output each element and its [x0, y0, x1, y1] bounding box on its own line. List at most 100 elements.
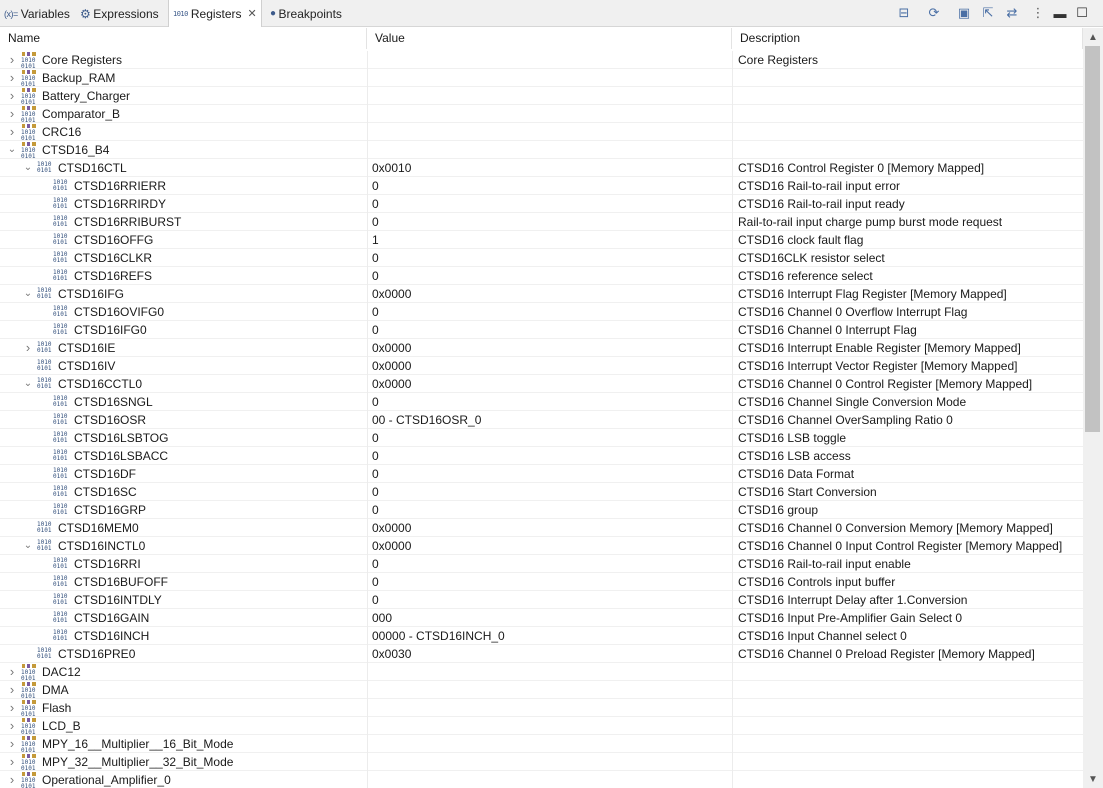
value-cell[interactable]: 0: [367, 465, 731, 483]
expand-chevron-icon[interactable]: ›: [6, 123, 18, 141]
value-cell[interactable]: [367, 51, 731, 69]
register-row[interactable]: 1010 0101 CTSD16MEM0 0x0000 CTSD16 Channel …: [0, 519, 1083, 537]
refresh-icon[interactable]: ⟳: [926, 5, 942, 21]
expand-chevron-icon[interactable]: ›: [6, 699, 18, 717]
export-icon[interactable]: ⇱: [980, 5, 996, 21]
register-row[interactable]: 1010 0101 CTSD16RRI 0 CTSD16 Rail-to-rail i…: [0, 555, 1083, 573]
collapse-chevron-icon[interactable]: ⌄: [22, 537, 34, 555]
register-row[interactable]: 1010 0101 CTSD16RRIRDY 0 CTSD16 Rail-to-rai…: [0, 195, 1083, 213]
register-group-row[interactable]: › 1010 0101 Battery_Charger: [0, 87, 1083, 105]
expand-chevron-icon[interactable]: ›: [6, 87, 18, 105]
register-row[interactable]: 1010 0101 CTSD16REFS 0 CTSD16 reference sel…: [0, 267, 1083, 285]
value-cell[interactable]: [367, 141, 731, 159]
register-row[interactable]: ⌄ 1010 0101 CTSD16CCTL0 0x0000 CTSD16 Channe…: [0, 375, 1083, 393]
value-cell[interactable]: 0x0030: [367, 645, 731, 663]
value-cell[interactable]: 00000 - CTSD16INCH_0: [367, 627, 731, 645]
value-cell[interactable]: 0x0000: [367, 339, 731, 357]
value-cell[interactable]: 0: [367, 393, 731, 411]
vertical-scrollbar[interactable]: ▲ ▼: [1083, 28, 1103, 788]
sync-icon[interactable]: ⇄: [1004, 5, 1020, 21]
tab-registers[interactable]: 1010 Registers ✕: [168, 0, 262, 27]
value-cell[interactable]: [367, 105, 731, 123]
maximize-icon[interactable]: ☐: [1074, 5, 1090, 21]
register-group-row[interactable]: › 1010 0101 Comparator_B: [0, 105, 1083, 123]
register-group-row[interactable]: › 1010 0101 MPY_32__Multiplier__32_Bit_Mod…: [0, 753, 1083, 771]
register-row[interactable]: ⌄ 1010 0101 CTSD16CTL 0x0010 CTSD16 Control …: [0, 159, 1083, 177]
tab-expressions[interactable]: ⚙ Expressions: [80, 0, 159, 27]
value-cell[interactable]: 0: [367, 555, 731, 573]
register-row[interactable]: 1010 0101 CTSD16GRP 0 CTSD16 group: [0, 501, 1083, 519]
register-row[interactable]: 1010 0101 CTSD16RRIERR 0 CTSD16 Rail-to-rai…: [0, 177, 1083, 195]
value-cell[interactable]: 0: [367, 591, 731, 609]
expand-chevron-icon[interactable]: ›: [6, 681, 18, 699]
value-cell[interactable]: 0: [367, 195, 731, 213]
tab-breakpoints[interactable]: ● Breakpoints: [270, 0, 342, 27]
collapse-chevron-icon[interactable]: ⌄: [22, 375, 34, 393]
value-cell[interactable]: 0x0000: [367, 357, 731, 375]
value-cell[interactable]: 0: [367, 249, 731, 267]
register-row[interactable]: 1010 0101 CTSD16INCH 00000 - CTSD16INCH_0 C…: [0, 627, 1083, 645]
register-row[interactable]: 1010 0101 CTSD16BUFOFF 0 CTSD16 Controls in…: [0, 573, 1083, 591]
expand-chevron-icon[interactable]: ›: [6, 753, 18, 771]
value-cell[interactable]: 0: [367, 267, 731, 285]
register-row[interactable]: › 1010 0101 CTSD16IE 0x0000 CTSD16 Interrupt…: [0, 339, 1083, 357]
tab-variables[interactable]: (x)= Variables: [4, 0, 70, 27]
register-row[interactable]: 1010 0101 CTSD16IV 0x0000 CTSD16 Interrupt …: [0, 357, 1083, 375]
value-cell[interactable]: 1: [367, 231, 731, 249]
value-cell[interactable]: 0x0000: [367, 537, 731, 555]
register-group-row[interactable]: › 1010 0101 Backup_RAM: [0, 69, 1083, 87]
scrollbar-thumb[interactable]: [1085, 46, 1100, 432]
scroll-up-icon[interactable]: ▲: [1083, 30, 1103, 46]
value-cell[interactable]: [367, 663, 731, 681]
register-row[interactable]: 1010 0101 CTSD16IFG0 0 CTSD16 Channel 0 Int…: [0, 321, 1083, 339]
value-cell[interactable]: 0: [367, 321, 731, 339]
collapse-chevron-icon[interactable]: ⌄: [22, 159, 34, 177]
value-cell[interactable]: [367, 717, 731, 735]
register-row[interactable]: 1010 0101 CTSD16GAIN 000 CTSD16 Input Pre-A…: [0, 609, 1083, 627]
register-row[interactable]: ⌄ 1010 0101 CTSD16INCTL0 0x0000 CTSD16 Chann…: [0, 537, 1083, 555]
register-row[interactable]: 1010 0101 CTSD16OFFG 1 CTSD16 clock fault f…: [0, 231, 1083, 249]
value-cell[interactable]: 0: [367, 447, 731, 465]
expand-chevron-icon[interactable]: ›: [6, 69, 18, 87]
register-row[interactable]: ⌄ 1010 0101 CTSD16IFG 0x0000 CTSD16 Interrup…: [0, 285, 1083, 303]
value-cell[interactable]: 0x0010: [367, 159, 731, 177]
register-group-row[interactable]: › 1010 0101 Operational_Amplifier_0: [0, 771, 1083, 788]
value-cell[interactable]: 0x0000: [367, 375, 731, 393]
expand-chevron-icon[interactable]: ›: [6, 663, 18, 681]
expand-chevron-icon[interactable]: ›: [6, 105, 18, 123]
register-row[interactable]: 1010 0101 CTSD16DF 0 CTSD16 Data Format: [0, 465, 1083, 483]
value-cell[interactable]: 0: [367, 429, 731, 447]
value-cell[interactable]: [367, 699, 731, 717]
value-cell[interactable]: 0: [367, 303, 731, 321]
collapse-all-icon[interactable]: ⊟: [896, 5, 912, 21]
value-cell[interactable]: 0x0000: [367, 285, 731, 303]
value-cell[interactable]: 0: [367, 501, 731, 519]
value-cell[interactable]: [367, 87, 731, 105]
expand-chevron-icon[interactable]: ›: [6, 771, 18, 788]
expand-chevron-icon[interactable]: ›: [22, 339, 34, 357]
value-cell[interactable]: 0: [367, 483, 731, 501]
value-cell[interactable]: [367, 69, 731, 87]
register-row[interactable]: 1010 0101 CTSD16SC 0 CTSD16 Start Conversio…: [0, 483, 1083, 501]
register-row[interactable]: 1010 0101 CTSD16RRIBURST 0 Rail-to-rail inp…: [0, 213, 1083, 231]
register-row[interactable]: 1010 0101 CTSD16INTDLY 0 CTSD16 Interrupt D…: [0, 591, 1083, 609]
register-row[interactable]: 1010 0101 CTSD16LSBTOG 0 CTSD16 LSB toggle: [0, 429, 1083, 447]
register-row[interactable]: 1010 0101 CTSD16OSR 00 - CTSD16OSR_0 CTSD16…: [0, 411, 1083, 429]
view-menu-icon[interactable]: ⋮: [1030, 5, 1046, 21]
register-row[interactable]: 1010 0101 CTSD16PRE0 0x0030 CTSD16 Channel …: [0, 645, 1083, 663]
column-header-description[interactable]: Description: [732, 28, 1083, 49]
scroll-down-icon[interactable]: ▼: [1083, 772, 1103, 788]
expand-chevron-icon[interactable]: ›: [6, 735, 18, 753]
register-group-row[interactable]: ⌄ 1010 0101 CTSD16_B4: [0, 141, 1083, 159]
register-group-row[interactable]: › 1010 0101 Core Registers Core Registers: [0, 51, 1083, 69]
register-row[interactable]: 1010 0101 CTSD16LSBACC 0 CTSD16 LSB access: [0, 447, 1083, 465]
register-row[interactable]: 1010 0101 CTSD16CLKR 0 CTSD16CLK resistor s…: [0, 249, 1083, 267]
register-group-row[interactable]: › 1010 0101 LCD_B: [0, 717, 1083, 735]
expand-chevron-icon[interactable]: ›: [6, 51, 18, 69]
value-cell[interactable]: [367, 681, 731, 699]
value-cell[interactable]: 00 - CTSD16OSR_0: [367, 411, 731, 429]
value-cell[interactable]: 000: [367, 609, 731, 627]
column-header-name[interactable]: Name: [0, 28, 367, 49]
expand-chevron-icon[interactable]: ›: [6, 717, 18, 735]
register-group-row[interactable]: › 1010 0101 Flash: [0, 699, 1083, 717]
